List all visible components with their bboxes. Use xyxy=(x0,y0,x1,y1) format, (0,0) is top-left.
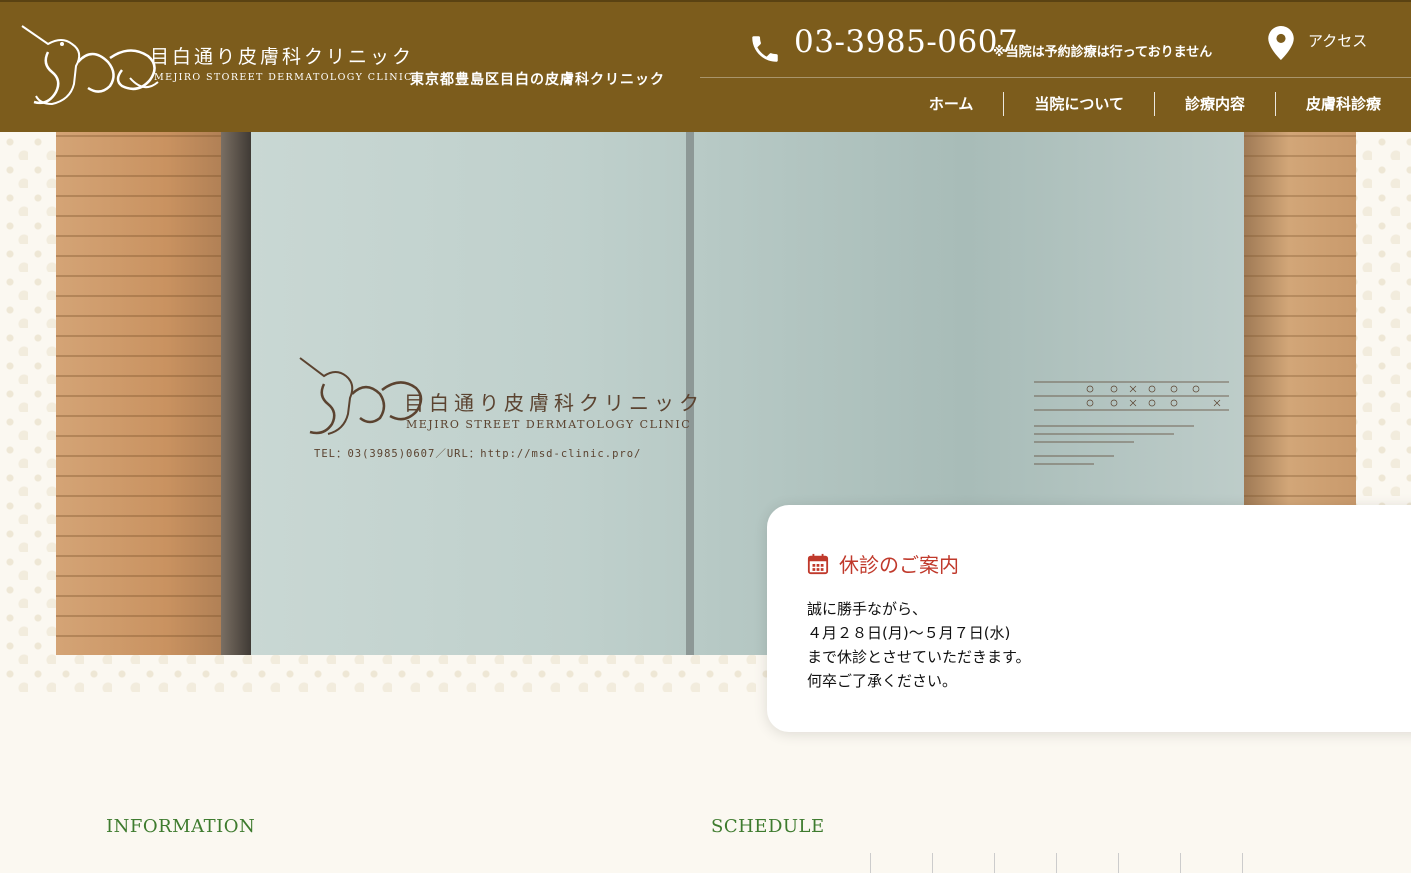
nav-item-about[interactable]: 当院について xyxy=(1003,92,1154,116)
holiday-notice-card: 休診のご案内 誠に勝手ながら、 ４月２８日(月)〜５月７日(水) まで休診とさせ… xyxy=(767,505,1411,732)
glass-schedule-decal xyxy=(1034,381,1229,465)
phone-number-link[interactable]: 03-3985-0607 xyxy=(794,24,1018,60)
phone-note: ※当院は予約診療は行っておりません xyxy=(993,45,1213,60)
schedule-col xyxy=(1056,853,1118,873)
schedule-col xyxy=(1118,853,1180,873)
logo-text-en: MEJIRO STOREET DERMATOLOGY CLINIC xyxy=(154,72,413,83)
schedule-col xyxy=(870,853,932,873)
glass-contact-text: TEL：03(3985)0607／URL：http://msd-clinic.p… xyxy=(314,448,642,460)
nav-item-home[interactable]: ホーム xyxy=(929,92,1004,116)
notice-line: 何卒ご了承ください。 xyxy=(807,672,958,690)
calendar-icon xyxy=(807,553,829,574)
main-nav: ホーム 当院について 診療内容 皮膚科診療 xyxy=(929,92,1381,116)
notice-line: ４月２８日(月)〜５月７日(水) xyxy=(807,624,1011,642)
schedule-col xyxy=(1242,853,1304,873)
logo-text-jp: 目白通り皮膚科クリニック xyxy=(150,46,415,68)
schedule-title: SCHEDULE xyxy=(711,816,825,837)
glass-logo-text-en: MEJIRO STREET DERMATOLOGY CLINIC xyxy=(406,418,692,431)
notice-line: 誠に勝手ながら、 xyxy=(807,600,928,618)
phone-icon xyxy=(752,36,778,62)
access-label: アクセス xyxy=(1308,31,1368,50)
tagline: 東京都豊島区目白の皮膚科クリニック xyxy=(410,72,665,88)
notice-title: 休診のご案内 xyxy=(839,553,959,577)
access-link[interactable]: アクセス xyxy=(1268,26,1367,60)
notice-title-row: 休診のご案内 xyxy=(807,549,959,578)
schedule-table-header xyxy=(870,853,1304,873)
nav-item-dermatology[interactable]: 皮膚科診療 xyxy=(1274,92,1381,116)
window-frame xyxy=(221,132,251,655)
information-title: INFORMATION xyxy=(106,816,256,837)
schedule-col xyxy=(1180,853,1242,873)
header-divider xyxy=(700,77,1411,78)
schedule-col xyxy=(994,853,1056,873)
glass-logo-text-jp: 目白通り皮膚科クリニック xyxy=(404,391,704,415)
schedule-col xyxy=(932,853,994,873)
site-header: 目白通り皮膚科クリニック MEJIRO STOREET DERMATOLOGY … xyxy=(0,0,1411,132)
map-pin-icon xyxy=(1268,26,1294,60)
notice-body: 誠に勝手ながら、 ４月２８日(月)〜５月７日(水) まで休診とさせていただきます… xyxy=(807,597,1031,693)
notice-line: まで休診とさせていただきます。 xyxy=(807,648,1031,666)
nav-item-treatments[interactable]: 診療内容 xyxy=(1153,92,1275,116)
brick-wall-left xyxy=(56,132,241,655)
